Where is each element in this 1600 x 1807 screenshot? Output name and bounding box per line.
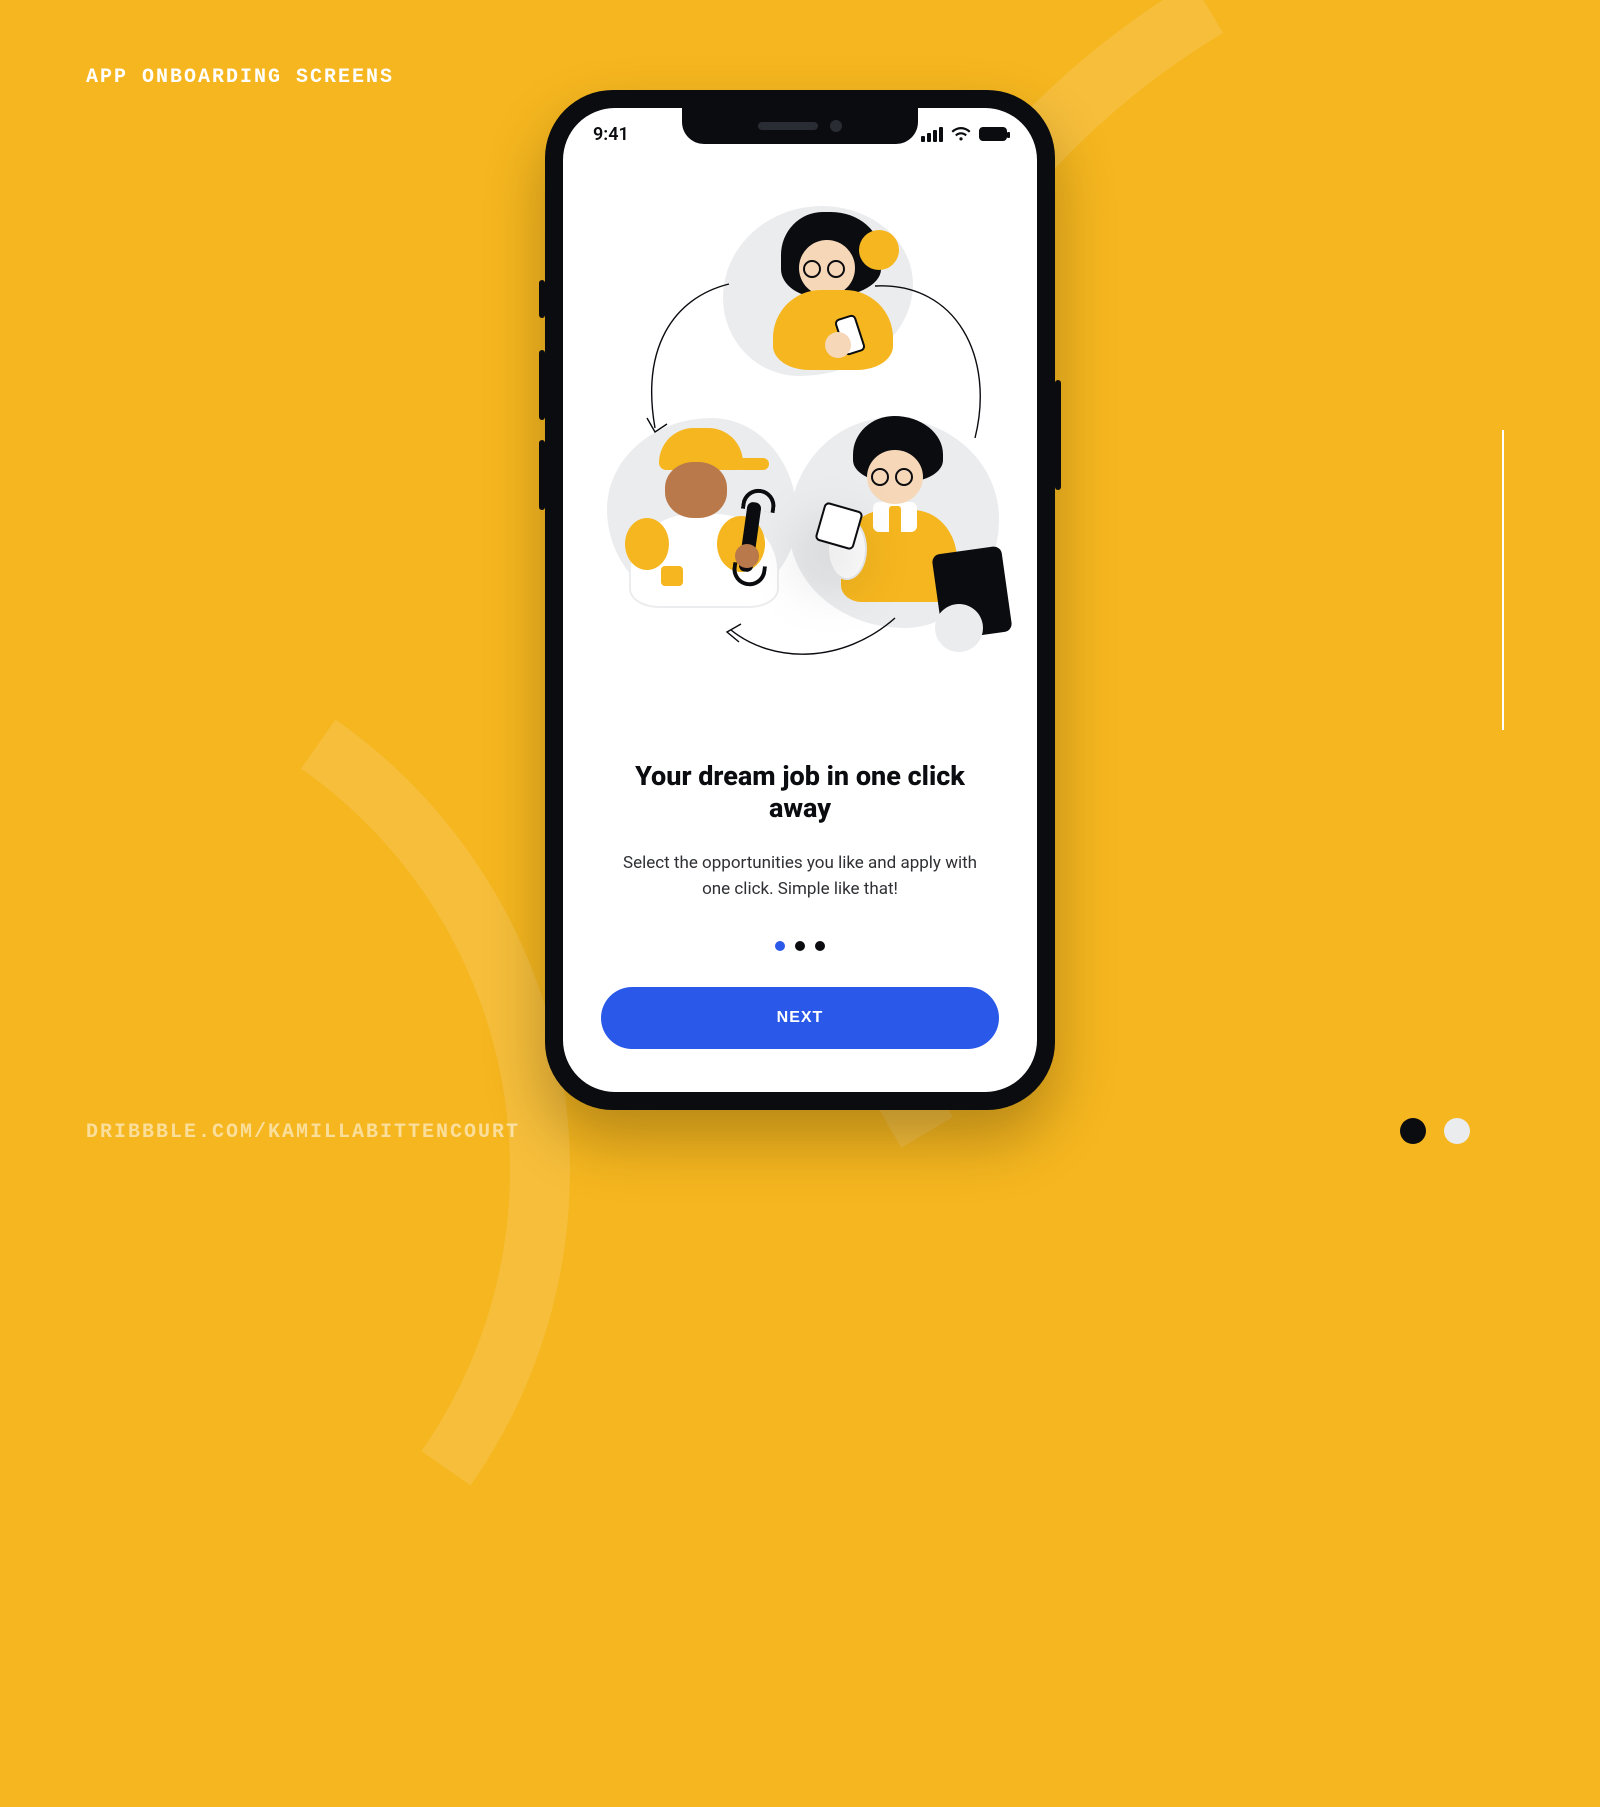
onboarding-content: Your dream job in one click away Select …	[563, 728, 1037, 1092]
cellular-signal-icon	[921, 127, 943, 142]
page-dot[interactable]	[795, 941, 805, 951]
phone-mockup: 9:41	[545, 90, 1055, 1110]
color-swatch	[1444, 1118, 1470, 1144]
phone-power-button	[1055, 380, 1061, 490]
arrow-path-icon	[633, 278, 743, 438]
illustration-person	[603, 416, 803, 626]
shape-blob	[935, 604, 983, 652]
onboarding-title: Your dream job in one click away	[601, 760, 999, 824]
illustration-person	[783, 410, 1003, 640]
color-swatch	[1400, 1118, 1426, 1144]
phone-volume-down	[539, 440, 545, 510]
wifi-icon	[951, 126, 971, 142]
page-dot[interactable]	[775, 941, 785, 951]
onboarding-subtitle: Select the opportunities you like and ap…	[601, 850, 999, 903]
phone-silence-switch	[539, 280, 545, 318]
page-indicator[interactable]	[601, 941, 999, 951]
footer-credit: DRIBBBLE.COM/KAMILLABITTENCOURT	[86, 1121, 520, 1144]
page-dot[interactable]	[815, 941, 825, 951]
status-time: 9:41	[593, 124, 629, 145]
phone-screen: 9:41	[563, 108, 1037, 1092]
phone-volume-up	[539, 350, 545, 420]
next-button[interactable]: NEXT	[601, 987, 999, 1049]
battery-icon	[979, 127, 1007, 141]
color-swatch	[1488, 1118, 1514, 1144]
color-palette	[1400, 1118, 1514, 1144]
page-title: APP ONBOARDING SCREENS	[86, 66, 394, 89]
status-icons	[921, 126, 1007, 142]
illustration-person	[733, 204, 913, 384]
onboarding-illustration	[603, 198, 997, 708]
accent-line	[1502, 430, 1504, 730]
status-bar: 9:41	[563, 108, 1037, 160]
